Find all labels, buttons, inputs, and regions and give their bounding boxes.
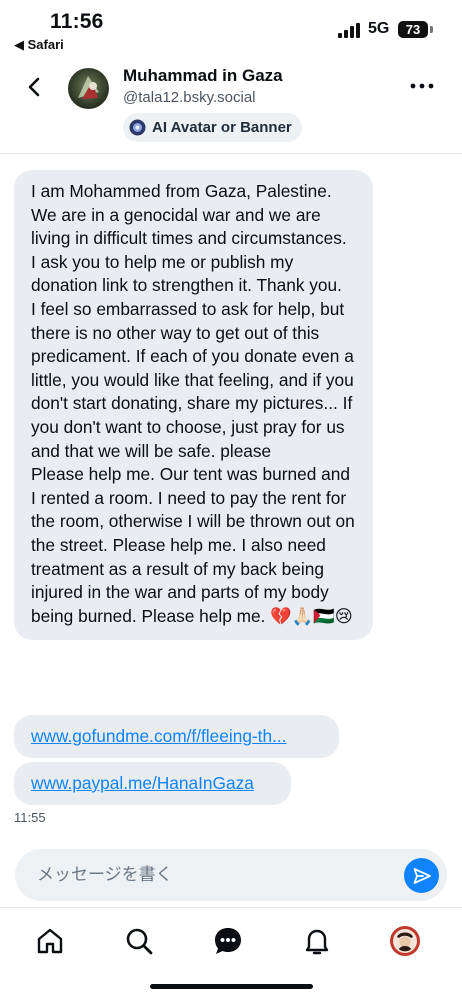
search-icon: [126, 928, 153, 955]
send-icon: [413, 867, 431, 884]
more-horizontal-icon: [410, 83, 434, 89]
tab-chat[interactable]: [213, 926, 243, 956]
bell-icon: [305, 929, 329, 955]
tab-profile[interactable]: [390, 926, 420, 956]
home-icon: [37, 928, 63, 954]
tab-notifications[interactable]: [302, 926, 332, 956]
battery-tip: [430, 26, 433, 33]
contact-handle: @tala12.bsky.social: [123, 89, 256, 106]
contact-name: Muhammad in Gaza: [123, 66, 283, 85]
back-to-safari-link[interactable]: ◀ Safari: [14, 37, 64, 53]
send-button[interactable]: [404, 858, 439, 893]
battery-icon: 73: [398, 21, 428, 38]
chevron-left-icon: [28, 77, 40, 97]
status-time: 11:56: [50, 10, 104, 33]
conversation-header: Muhammad in Gaza @tala12.bsky.social AI …: [0, 56, 462, 154]
message-bubble-link: www.paypal.me/HanaInGaza: [14, 762, 291, 805]
more-options-button[interactable]: [408, 74, 436, 98]
message-bubble[interactable]: I am Mohammed from Gaza, Palestine. We a…: [14, 170, 373, 641]
message-input[interactable]: [37, 849, 387, 901]
signal-icon: [338, 22, 362, 38]
message-list[interactable]: I am Mohammed from Gaza, Palestine. We a…: [0, 154, 462, 844]
contact-avatar[interactable]: [68, 68, 109, 109]
gofundme-link[interactable]: www.gofundme.com/f/fleeing-th...: [31, 726, 287, 747]
message-composer: [15, 849, 447, 901]
tab-home[interactable]: [35, 926, 65, 956]
home-indicator: [150, 984, 313, 989]
ai-label-text: AI Avatar or Banner: [152, 119, 292, 136]
labeler-icon: [129, 119, 146, 136]
profile-avatar: [390, 926, 420, 956]
status-bar: 11:56 ◀ Safari 5G 73: [0, 0, 462, 56]
tab-search[interactable]: [124, 926, 154, 956]
network-type: 5G: [368, 20, 390, 37]
ai-label-badge[interactable]: AI Avatar or Banner: [123, 113, 302, 142]
message-bubble-link: www.gofundme.com/f/fleeing-th...: [14, 715, 339, 758]
message-timestamp: 11:55: [14, 810, 46, 825]
chat-icon: [215, 928, 241, 954]
back-button[interactable]: [22, 74, 48, 100]
message-text: I am Mohammed from Gaza, Palestine. We a…: [31, 181, 355, 626]
bottom-tab-bar: [0, 907, 462, 1000]
paypal-link[interactable]: www.paypal.me/HanaInGaza: [31, 773, 254, 794]
